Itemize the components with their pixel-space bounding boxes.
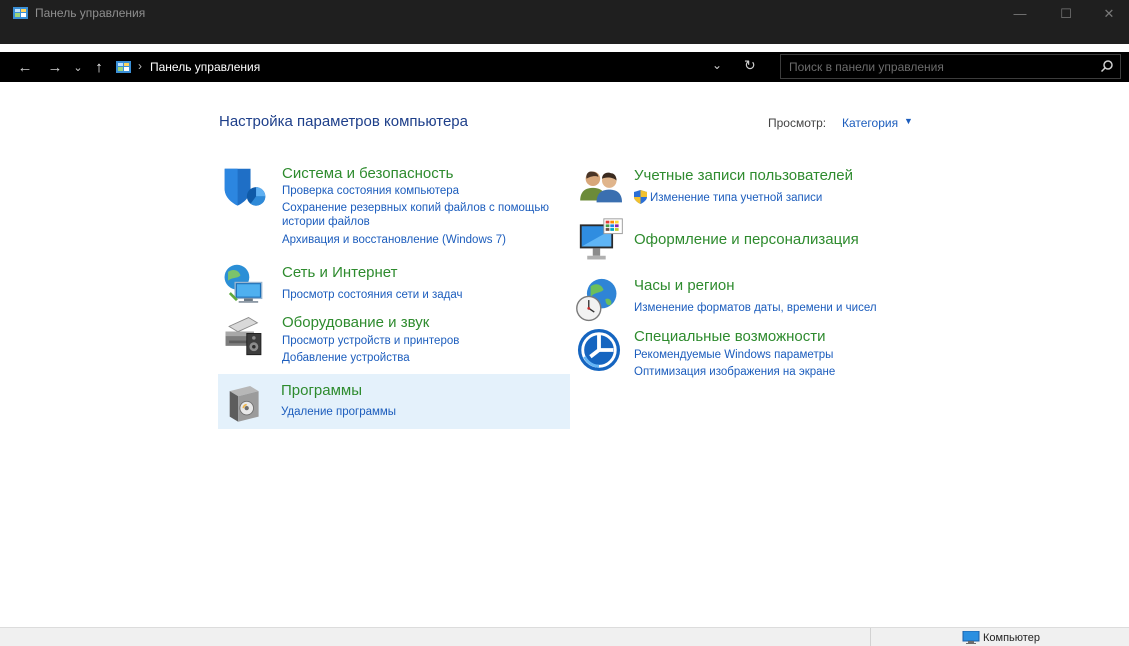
link-devices-printers[interactable]: Просмотр устройств и принтеров bbox=[282, 334, 459, 348]
breadcrumb-control-panel[interactable]: Панель управления bbox=[150, 60, 260, 74]
ease-of-access-icon[interactable] bbox=[577, 328, 621, 372]
control-panel-icon bbox=[13, 7, 28, 19]
forward-arrow-icon[interactable]: → bbox=[44, 52, 66, 82]
category-title[interactable]: Специальные возможности bbox=[634, 328, 826, 345]
title-bar: Панель управления — ☐ ✕ bbox=[0, 0, 1129, 44]
status-bar: Компьютер bbox=[0, 627, 1129, 646]
link-network-status[interactable]: Просмотр состояния сети и задач bbox=[282, 288, 462, 302]
printer-speaker-icon[interactable] bbox=[219, 314, 271, 360]
up-arrow-icon[interactable]: ↑ bbox=[90, 52, 108, 82]
computer-icon bbox=[962, 631, 980, 644]
network-globe-icon[interactable] bbox=[219, 263, 269, 309]
category-title[interactable]: Оформление и персонализация bbox=[634, 231, 859, 248]
programs-disc-box-icon[interactable] bbox=[228, 380, 262, 426]
back-arrow-icon[interactable]: ← bbox=[14, 52, 36, 82]
link-file-history-backup[interactable]: Сохранение резервных копий файлов с помо… bbox=[282, 201, 549, 215]
uac-shield-icon bbox=[634, 190, 647, 204]
category-title[interactable]: Сеть и Интернет bbox=[282, 264, 398, 281]
refresh-icon[interactable]: ↻ bbox=[744, 57, 756, 74]
category-title[interactable]: Оборудование и звук bbox=[282, 314, 429, 331]
shield-icon[interactable] bbox=[221, 165, 269, 213]
category-title[interactable]: Система и безопасность bbox=[282, 165, 453, 182]
minimize-button[interactable]: — bbox=[997, 0, 1043, 27]
link-recommended-settings[interactable]: Рекомендуемые Windows параметры bbox=[634, 348, 833, 362]
link-check-computer-status[interactable]: Проверка состояния компьютера bbox=[282, 184, 459, 198]
search-icon[interactable] bbox=[1100, 59, 1114, 73]
monitor-palette-icon[interactable] bbox=[577, 217, 627, 265]
clock-globe-icon[interactable] bbox=[573, 277, 623, 325]
link-file-history-backup-cont[interactable]: истории файлов bbox=[282, 215, 370, 229]
recent-locations-icon[interactable]: ⌄ bbox=[71, 52, 85, 82]
link-date-time-formats[interactable]: Изменение форматов даты, времени и чисел bbox=[634, 301, 877, 315]
view-by-label: Просмотр: bbox=[768, 116, 827, 130]
window-title: Панель управления bbox=[35, 6, 146, 20]
search-input[interactable] bbox=[789, 58, 1079, 76]
view-by-caret-icon[interactable]: ▼ bbox=[904, 116, 913, 126]
category-title[interactable]: Учетные записи пользователей bbox=[634, 167, 853, 184]
page-title: Настройка параметров компьютера bbox=[219, 113, 468, 130]
maximize-button[interactable]: ☐ bbox=[1043, 0, 1089, 27]
link-backup-restore[interactable]: Архивация и восстановление (Windows 7) bbox=[282, 233, 506, 247]
link-optimize-display[interactable]: Оптимизация изображения на экране bbox=[634, 365, 835, 379]
control-panel-icon bbox=[116, 61, 131, 73]
address-dropdown-icon[interactable]: ⌄ bbox=[712, 58, 722, 72]
category-title[interactable]: Программы bbox=[281, 382, 362, 399]
link-uninstall-program[interactable]: Удаление программы bbox=[281, 405, 396, 419]
programs-hover-highlight bbox=[218, 374, 570, 429]
link-add-device[interactable]: Добавление устройства bbox=[282, 351, 410, 365]
close-button[interactable]: ✕ bbox=[1089, 0, 1129, 27]
status-divider bbox=[870, 628, 871, 646]
view-by-dropdown[interactable]: Категория bbox=[842, 116, 898, 130]
status-location-text: Компьютер bbox=[983, 632, 1040, 644]
category-title[interactable]: Часы и регион bbox=[634, 277, 735, 294]
link-change-account-type[interactable]: Изменение типа учетной записи bbox=[650, 191, 822, 205]
users-icon[interactable] bbox=[577, 166, 627, 206]
breadcrumb-separator-icon: › bbox=[138, 59, 142, 73]
search-box[interactable] bbox=[780, 54, 1121, 79]
